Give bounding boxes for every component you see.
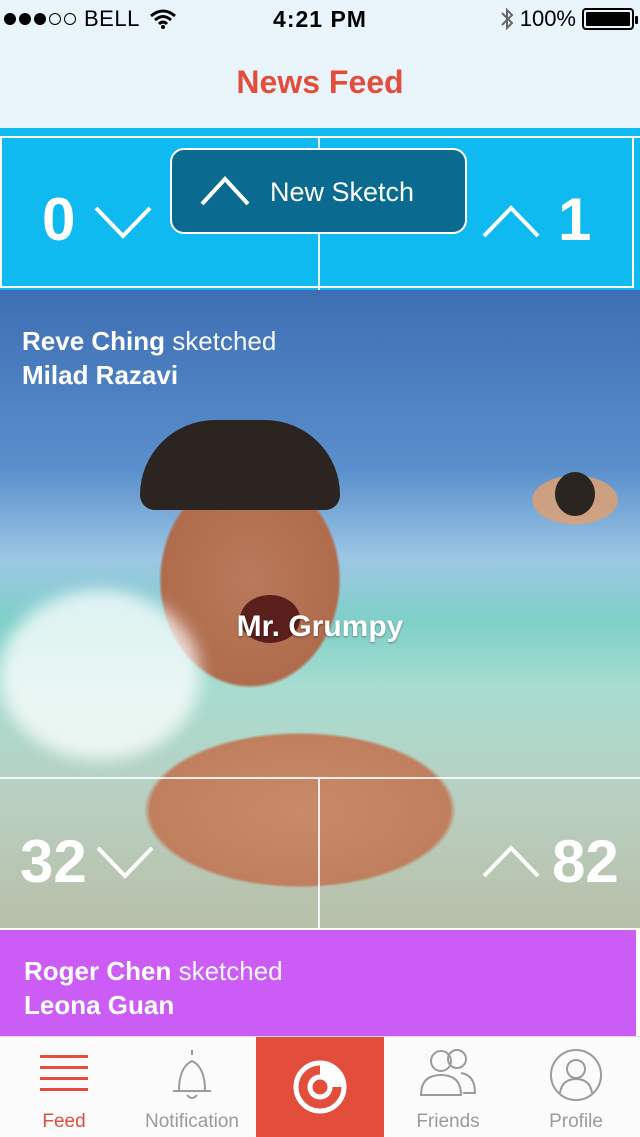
card-credit: Reve Ching sketched Milad Razavi	[22, 324, 276, 392]
up-vote-count: 82	[552, 828, 619, 895]
profile-icon	[550, 1049, 602, 1101]
tab-feed[interactable]: Feed	[0, 1037, 128, 1137]
new-sketch-button[interactable]: New Sketch	[170, 148, 467, 234]
credit-verb: sketched	[178, 956, 283, 986]
tab-label: Friends	[416, 1111, 480, 1132]
tab-profile[interactable]: Profile	[512, 1037, 640, 1137]
card-credit: Roger Chen sketched Leona Guan	[24, 954, 283, 1022]
status-right: 100%	[500, 6, 638, 32]
down-vote-chevron-icon[interactable]	[94, 206, 152, 240]
feed-card-purple[interactable]: Roger Chen sketched Leona Guan	[0, 930, 636, 1036]
tab-label: Notification	[145, 1111, 239, 1132]
status-bar: BELL 4:21 PM 100%	[0, 0, 640, 40]
new-sketch-label: New Sketch	[270, 177, 415, 207]
nav-bar: News Feed	[0, 40, 640, 128]
author-name[interactable]: Roger Chen	[24, 956, 171, 986]
bell-icon	[173, 1050, 211, 1099]
down-vote-count: 32	[20, 828, 87, 895]
subject-name[interactable]: Milad Razavi	[22, 360, 178, 390]
tab-label: Feed	[42, 1111, 86, 1132]
tab-bar: Feed Notification Friends Profile	[0, 1036, 640, 1137]
menu-lines-icon	[40, 1055, 88, 1091]
chevron-up-icon	[200, 176, 250, 206]
tab-notification[interactable]: Notification	[128, 1037, 256, 1137]
down-vote-count: 0	[42, 186, 76, 253]
page-title: News Feed	[236, 64, 404, 100]
down-vote-chevron-icon[interactable]	[96, 846, 154, 880]
tab-camera[interactable]	[256, 1037, 384, 1137]
up-vote-count: 1	[558, 186, 592, 253]
credit-verb: sketched	[172, 326, 277, 356]
author-name[interactable]: Reve Ching	[22, 326, 165, 356]
tab-label: Profile	[549, 1111, 603, 1132]
battery-icon	[582, 8, 638, 30]
sketch-caption: Mr. Grumpy	[236, 610, 404, 643]
tab-friends[interactable]: Friends	[384, 1037, 512, 1137]
battery-percent: 100%	[519, 6, 576, 31]
up-vote-chevron-icon[interactable]	[482, 204, 540, 238]
feed-card-photo[interactable]: Reve Ching sketched Milad Razavi Mr. Gru…	[0, 290, 640, 930]
subject-name[interactable]: Leona Guan	[24, 990, 174, 1020]
up-vote-chevron-icon[interactable]	[482, 844, 540, 878]
bluetooth-icon	[501, 7, 514, 31]
friends-icon	[419, 1049, 477, 1096]
camera-logo-icon	[293, 1060, 347, 1114]
